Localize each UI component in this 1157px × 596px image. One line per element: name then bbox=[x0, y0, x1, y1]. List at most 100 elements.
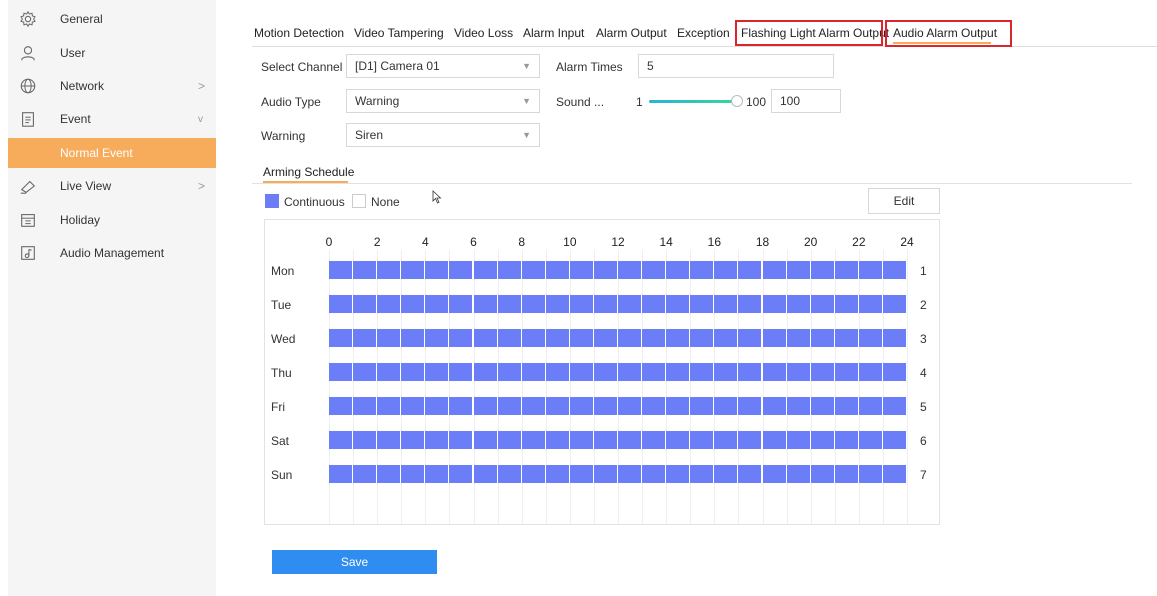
schedule-cell[interactable] bbox=[401, 397, 426, 415]
schedule-cell[interactable] bbox=[497, 329, 522, 347]
schedule-cell[interactable] bbox=[858, 261, 883, 279]
schedule-cell[interactable] bbox=[353, 363, 378, 381]
schedule-cell[interactable] bbox=[449, 329, 474, 347]
schedule-cell[interactable] bbox=[666, 261, 691, 279]
schedule-cell[interactable] bbox=[858, 363, 883, 381]
sidebar-item-general[interactable]: General bbox=[8, 4, 216, 34]
schedule-cell[interactable] bbox=[473, 431, 498, 449]
schedule-cell[interactable] bbox=[545, 363, 570, 381]
schedule-cell[interactable] bbox=[810, 295, 835, 313]
schedule-cell[interactable] bbox=[690, 465, 715, 483]
schedule-cell[interactable] bbox=[762, 397, 787, 415]
sidebar-item-user[interactable]: User bbox=[8, 38, 216, 68]
schedule-cell[interactable] bbox=[497, 295, 522, 313]
schedule-cell[interactable] bbox=[666, 329, 691, 347]
schedule-cell[interactable] bbox=[810, 363, 835, 381]
schedule-cell[interactable] bbox=[690, 397, 715, 415]
schedule-cell[interactable] bbox=[666, 295, 691, 313]
schedule-cell[interactable] bbox=[521, 363, 546, 381]
schedule-cell[interactable] bbox=[401, 261, 426, 279]
schedule-cell[interactable] bbox=[521, 397, 546, 415]
schedule-cell[interactable] bbox=[786, 261, 811, 279]
schedule-cell[interactable] bbox=[762, 363, 787, 381]
schedule-cell[interactable] bbox=[714, 465, 739, 483]
schedule-cell[interactable] bbox=[593, 431, 618, 449]
schedule-cell[interactable] bbox=[618, 295, 643, 313]
schedule-cell[interactable] bbox=[545, 295, 570, 313]
schedule-cell[interactable] bbox=[618, 465, 643, 483]
schedule-cell[interactable] bbox=[618, 397, 643, 415]
schedule-cell[interactable] bbox=[618, 431, 643, 449]
schedule-cell[interactable] bbox=[329, 295, 354, 313]
schedule-cell[interactable] bbox=[642, 397, 667, 415]
schedule-cell[interactable] bbox=[882, 329, 907, 347]
schedule-cell[interactable] bbox=[569, 465, 594, 483]
schedule-cell[interactable] bbox=[593, 465, 618, 483]
schedule-cell[interactable] bbox=[882, 397, 907, 415]
schedule-cell[interactable] bbox=[425, 329, 450, 347]
schedule-cell[interactable] bbox=[714, 261, 739, 279]
schedule-cell[interactable] bbox=[642, 261, 667, 279]
schedule-cell[interactable] bbox=[714, 431, 739, 449]
schedule-cell[interactable] bbox=[425, 465, 450, 483]
schedule-cell[interactable] bbox=[569, 431, 594, 449]
schedule-cell[interactable] bbox=[449, 465, 474, 483]
schedule-cell[interactable] bbox=[786, 329, 811, 347]
schedule-cell[interactable] bbox=[690, 329, 715, 347]
schedule-cell[interactable] bbox=[690, 431, 715, 449]
schedule-cell[interactable] bbox=[858, 295, 883, 313]
sidebar-item-audio-management[interactable]: Audio Management bbox=[8, 238, 216, 268]
schedule-cell[interactable] bbox=[401, 295, 426, 313]
continuous-swatch[interactable] bbox=[265, 194, 279, 208]
schedule-cell[interactable] bbox=[593, 329, 618, 347]
select-channel-dropdown[interactable]: [D1] Camera 01 ▼ bbox=[346, 54, 540, 78]
schedule-cell[interactable] bbox=[714, 397, 739, 415]
edit-schedule-button[interactable]: Edit bbox=[868, 188, 940, 214]
schedule-cell[interactable] bbox=[329, 363, 354, 381]
schedule-cell[interactable] bbox=[714, 329, 739, 347]
schedule-cell[interactable] bbox=[449, 261, 474, 279]
schedule-cell[interactable] bbox=[810, 431, 835, 449]
schedule-cell[interactable] bbox=[666, 397, 691, 415]
schedule-cell[interactable] bbox=[329, 397, 354, 415]
schedule-cell[interactable] bbox=[497, 465, 522, 483]
schedule-cell[interactable] bbox=[762, 431, 787, 449]
schedule-cell[interactable] bbox=[666, 431, 691, 449]
schedule-cell[interactable] bbox=[473, 397, 498, 415]
schedule-cell[interactable] bbox=[810, 329, 835, 347]
schedule-cell[interactable] bbox=[834, 363, 859, 381]
schedule-cell[interactable] bbox=[449, 295, 474, 313]
schedule-cell[interactable] bbox=[858, 329, 883, 347]
sound-value-input[interactable]: 100 bbox=[771, 89, 841, 113]
schedule-cell[interactable] bbox=[762, 329, 787, 347]
schedule-cell[interactable] bbox=[377, 261, 402, 279]
schedule-cell[interactable] bbox=[858, 397, 883, 415]
schedule-cell[interactable] bbox=[834, 329, 859, 347]
schedule-cell[interactable] bbox=[449, 397, 474, 415]
schedule-cell[interactable] bbox=[834, 397, 859, 415]
schedule-cell[interactable] bbox=[738, 397, 763, 415]
schedule-cell[interactable] bbox=[834, 295, 859, 313]
schedule-cell[interactable] bbox=[762, 465, 787, 483]
schedule-cell[interactable] bbox=[425, 295, 450, 313]
schedule-cell[interactable] bbox=[738, 465, 763, 483]
schedule-cell[interactable] bbox=[642, 295, 667, 313]
schedule-cell[interactable] bbox=[545, 261, 570, 279]
schedule-cell[interactable] bbox=[738, 363, 763, 381]
sound-slider-handle[interactable] bbox=[731, 95, 743, 107]
schedule-cell[interactable] bbox=[714, 363, 739, 381]
schedule-cell[interactable] bbox=[834, 261, 859, 279]
schedule-cell[interactable] bbox=[882, 363, 907, 381]
schedule-cell[interactable] bbox=[642, 329, 667, 347]
schedule-cell[interactable] bbox=[473, 295, 498, 313]
schedule-cell[interactable] bbox=[810, 397, 835, 415]
tab-motion-detection[interactable]: Motion Detection bbox=[254, 26, 344, 40]
schedule-cell[interactable] bbox=[569, 397, 594, 415]
sidebar-item-event[interactable]: Event v bbox=[8, 104, 216, 134]
schedule-cell[interactable] bbox=[569, 363, 594, 381]
schedule-cell[interactable] bbox=[810, 465, 835, 483]
schedule-cell[interactable] bbox=[353, 329, 378, 347]
schedule-cell[interactable] bbox=[618, 363, 643, 381]
schedule-cell[interactable] bbox=[593, 363, 618, 381]
schedule-cell[interactable] bbox=[569, 295, 594, 313]
